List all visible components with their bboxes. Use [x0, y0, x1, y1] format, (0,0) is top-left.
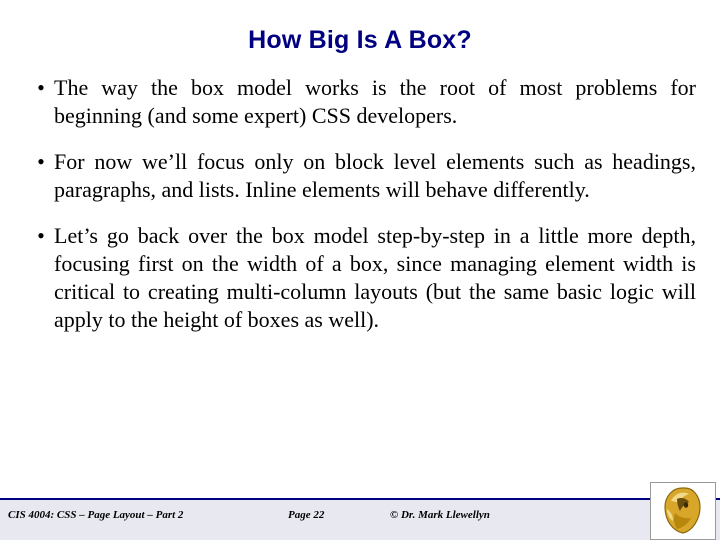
footer-course-label: CIS 4004: CSS – Page Layout – Part 2	[8, 509, 184, 521]
bullet-icon: •	[37, 149, 45, 174]
bullet-icon: •	[37, 223, 45, 248]
footer-copyright: © Dr. Mark Llewellyn	[390, 509, 490, 521]
bullet-icon: •	[37, 75, 45, 100]
bullet-list: • The way the box model works is the roo…	[28, 74, 696, 352]
pegasus-icon	[651, 483, 713, 537]
slide: How Big Is A Box? • The way the box mode…	[0, 0, 720, 540]
list-item-text: For now we’ll focus only on block level …	[54, 149, 696, 202]
list-item-text: The way the box model works is the root …	[54, 75, 696, 128]
ucf-pegasus-logo	[650, 482, 716, 540]
list-item: • For now we’ll focus only on block leve…	[28, 148, 696, 204]
list-item: • The way the box model works is the roo…	[28, 74, 696, 130]
list-item: • Let’s go back over the box model step-…	[28, 222, 696, 334]
footer-page-number: Page 22	[288, 509, 325, 521]
footer: CIS 4004: CSS – Page Layout – Part 2 Pag…	[0, 482, 720, 540]
list-item-text: Let’s go back over the box model step-by…	[54, 223, 696, 332]
page-title: How Big Is A Box?	[248, 26, 472, 54]
